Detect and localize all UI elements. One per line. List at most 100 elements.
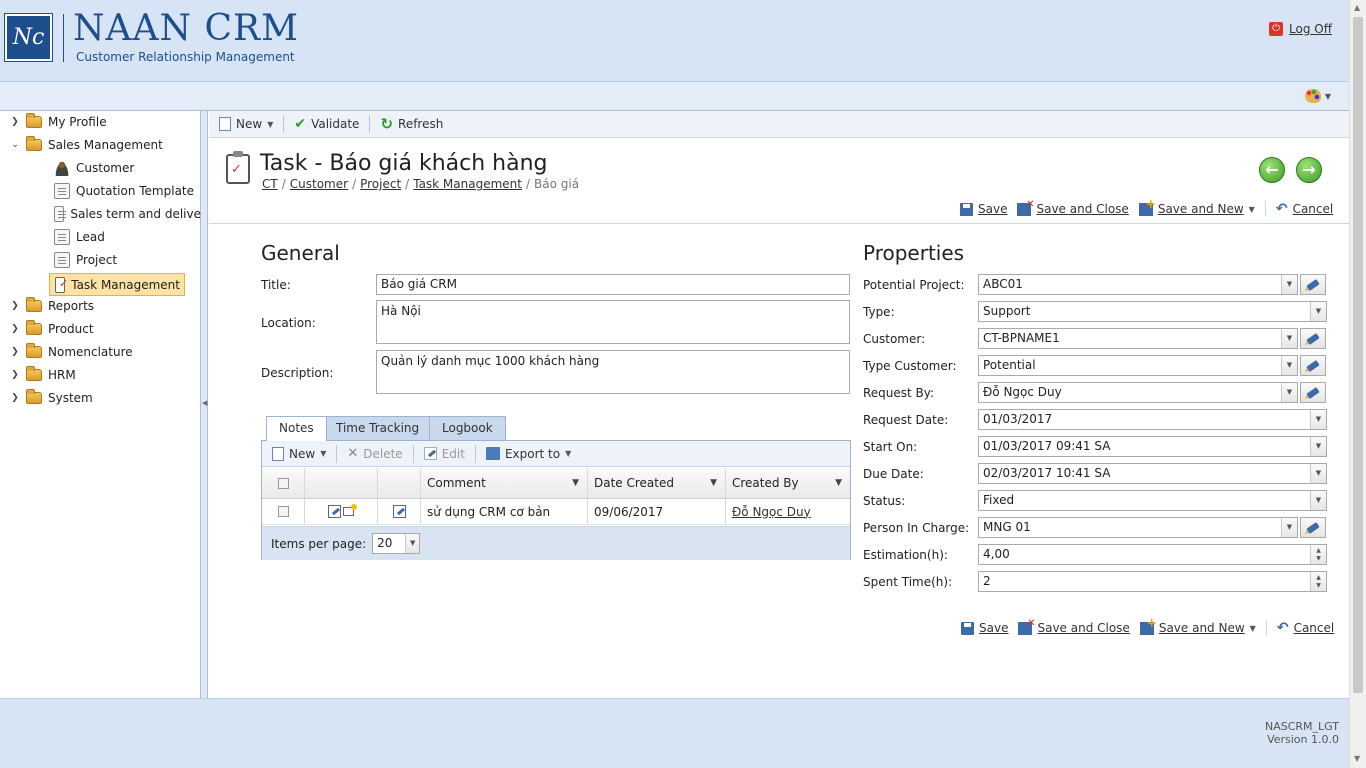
grid-edit-button[interactable]: Edit [420, 445, 469, 463]
chevron-down-icon[interactable]: ▼ [1250, 624, 1256, 633]
cancel-button[interactable]: ↶ Cancel [1277, 620, 1334, 636]
type-customer-edit-button[interactable] [1300, 355, 1326, 376]
save-and-close-label[interactable]: Save and Close [1036, 202, 1128, 216]
previous-record-button[interactable]: ← [1259, 157, 1285, 183]
sidebar-item-my-profile[interactable]: ❯ My Profile [10, 112, 107, 132]
chevron-down-icon[interactable]: ▼ [1281, 518, 1297, 537]
tab-logbook[interactable]: Logbook [429, 416, 506, 440]
breadcrumb-customer[interactable]: Customer [290, 177, 348, 191]
breadcrumb-task-management[interactable]: Task Management [413, 177, 522, 191]
edit-icon[interactable] [392, 505, 406, 518]
select-all-checkbox[interactable] [277, 477, 289, 489]
edit-icon[interactable] [328, 505, 341, 518]
sidebar-item-customer[interactable]: Customer [54, 158, 134, 178]
potential-project-edit-button[interactable] [1300, 274, 1326, 295]
estimation-stepper[interactable]: 4,00 ▲ ▼ [978, 544, 1327, 565]
table-row[interactable]: sử dụng CRM cơ bản 09/06/2017 Đỗ Ngọc Du… [262, 499, 850, 525]
request-by-select[interactable]: Đỗ Ngọc Duy ▼ [978, 382, 1298, 403]
sidebar-item-quotation-template[interactable]: Quotation Template [54, 181, 194, 201]
chevron-down-icon[interactable]: ▼ [1249, 205, 1255, 214]
chevron-down-icon[interactable]: ▼ [1281, 275, 1297, 294]
chevron-down-icon[interactable]: ▼ [1281, 356, 1297, 375]
title-input[interactable]: Báo giá CRM [376, 274, 850, 295]
grid-export-button[interactable]: Export to ▼ [482, 445, 575, 463]
sidebar-item-task-management[interactable]: Task Management [49, 273, 185, 296]
spent-time-stepper[interactable]: 2 ▲ ▼ [978, 571, 1327, 592]
cancel-button[interactable]: ↶ Cancel [1276, 201, 1333, 217]
filter-icon[interactable]: ▼ [710, 478, 717, 488]
filter-icon[interactable]: ▼ [572, 478, 579, 488]
save-and-new-button[interactable]: Save and New ▼ [1139, 616, 1256, 635]
sidebar-splitter[interactable]: ◀ [201, 111, 208, 698]
created-by-link[interactable]: Đỗ Ngọc Duy [732, 505, 811, 519]
chevron-down-icon[interactable]: ▼ [1310, 437, 1326, 456]
chevron-down-icon[interactable]: ▼ [1281, 329, 1297, 348]
grid-delete-button[interactable]: ✕ Delete [343, 444, 406, 463]
breadcrumb-ct[interactable]: CT [262, 177, 278, 191]
status-select[interactable]: Fixed ▼ [978, 490, 1327, 511]
chevron-down-icon[interactable]: ▼ [405, 534, 420, 553]
customer-edit-button[interactable] [1300, 328, 1326, 349]
sidebar-item-project[interactable]: Project [54, 250, 117, 270]
sidebar-item-nomenclature[interactable]: ❯ Nomenclature [10, 342, 133, 362]
scrollbar-thumb[interactable] [1353, 17, 1363, 693]
save-and-close-label[interactable]: Save and Close [1037, 621, 1129, 635]
save-and-new-label[interactable]: Save and New [1158, 202, 1244, 216]
chevron-down-icon[interactable]: ▼ [1310, 410, 1326, 429]
cancel-label[interactable]: Cancel [1293, 202, 1334, 216]
filter-icon[interactable]: ▼ [835, 478, 842, 488]
logoff-label[interactable]: Log Off [1289, 22, 1332, 36]
type-select[interactable]: Support ▼ [978, 301, 1327, 322]
chevron-right-icon[interactable]: ❯ [10, 301, 20, 311]
sidebar-item-sales-management[interactable]: ⌄ Sales Management [10, 135, 163, 155]
logoff-button[interactable]: ⏻ Log Off [1269, 22, 1332, 36]
scroll-up-arrow-icon[interactable]: ▲ [1354, 3, 1360, 12]
vertical-scrollbar[interactable]: ▲ ▼ [1349, 0, 1366, 768]
request-date-picker[interactable]: 01/03/2017 ▼ [978, 409, 1327, 430]
chevron-down-icon[interactable]: ▼ [1310, 491, 1326, 510]
chevron-down-icon[interactable]: ▼ [320, 449, 326, 458]
tab-notes[interactable]: Notes [266, 416, 327, 441]
grid-new-button[interactable]: New ▼ [268, 445, 330, 463]
date-created-column-header[interactable]: Date Created ▼ [588, 468, 726, 498]
person-in-charge-edit-button[interactable] [1300, 517, 1326, 538]
sidebar-item-lead[interactable]: Lead [54, 227, 105, 247]
chevron-down-icon[interactable]: ⌄ [10, 140, 20, 150]
chevron-down-icon[interactable]: ▼ [1281, 383, 1297, 402]
potential-project-select[interactable]: ABC01 ▼ [978, 274, 1298, 295]
chevron-down-icon[interactable]: ▼ [1310, 302, 1326, 321]
save-button[interactable]: Save [961, 621, 1008, 635]
person-in-charge-select[interactable]: MNG 01 ▼ [978, 517, 1298, 538]
save-and-new-button[interactable]: Save and New ▼ [1138, 197, 1255, 216]
tab-time-tracking[interactable]: Time Tracking [323, 416, 433, 440]
new-button[interactable]: New ▼ [215, 115, 277, 133]
description-input[interactable]: Quản lý danh mục 1000 khách hàng [376, 350, 850, 394]
refresh-button[interactable]: ↻ Refresh [376, 115, 447, 133]
save-and-close-button[interactable]: Save and Close [1017, 199, 1129, 216]
comment-column-header[interactable]: Comment ▼ [421, 468, 588, 498]
location-input[interactable]: Hà Nội [376, 300, 850, 344]
spinner-icon[interactable]: ▲ ▼ [1310, 545, 1326, 564]
customer-select[interactable]: CT-BPNAME1 ▼ [978, 328, 1298, 349]
sidebar-item-sales-term[interactable]: Sales term and delive [54, 204, 201, 224]
chevron-down-icon[interactable]: ▼ [565, 449, 571, 458]
sidebar-item-product[interactable]: ❯ Product [10, 319, 94, 339]
save-button[interactable]: Save [960, 202, 1007, 216]
spinner-icon[interactable]: ▲ ▼ [1310, 572, 1326, 591]
chevron-right-icon[interactable]: ❯ [10, 117, 20, 127]
items-per-page-select[interactable]: 20 ▼ [372, 533, 421, 554]
save-and-close-button[interactable]: Save and Close [1018, 618, 1130, 635]
row-checkbox[interactable] [277, 506, 289, 517]
chevron-down-icon[interactable]: ▼ [1310, 464, 1326, 483]
sidebar-item-reports[interactable]: ❯ Reports [10, 296, 94, 316]
due-date-picker[interactable]: 02/03/2017 10:41 SA ▼ [978, 463, 1327, 484]
theme-picker-button[interactable]: ▼ [1304, 89, 1331, 103]
new-note-icon[interactable] [343, 504, 357, 516]
request-by-edit-button[interactable] [1300, 382, 1326, 403]
cancel-label[interactable]: Cancel [1294, 621, 1335, 635]
chevron-right-icon[interactable]: ❯ [10, 347, 20, 357]
collapse-arrow-icon[interactable]: ◀ [202, 399, 207, 407]
save-label[interactable]: Save [978, 202, 1007, 216]
breadcrumb-project[interactable]: Project [360, 177, 401, 191]
chevron-right-icon[interactable]: ❯ [10, 324, 20, 334]
